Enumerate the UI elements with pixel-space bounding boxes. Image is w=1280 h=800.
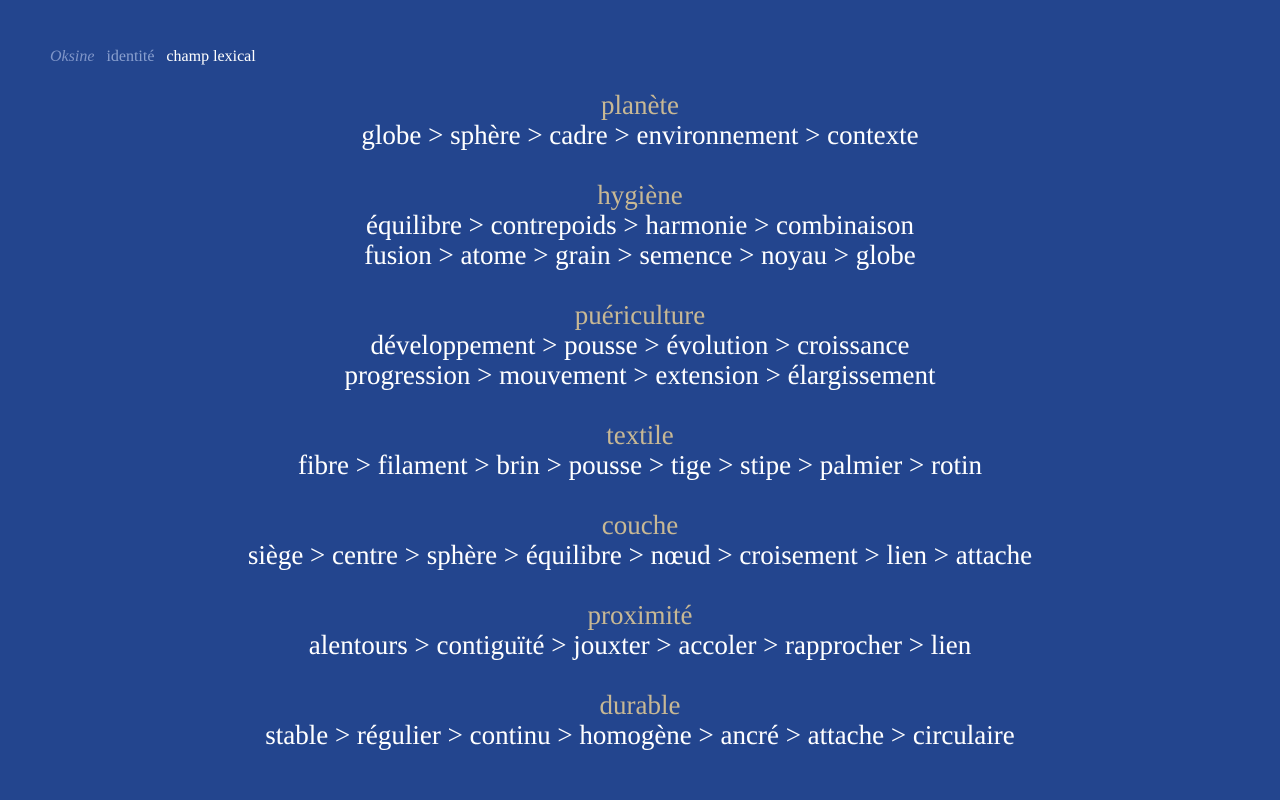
group-textile: textile fibre > filament > brin > pousse… (0, 420, 1280, 480)
breadcrumb-current: champ lexical (166, 48, 256, 65)
group-title: planète (601, 90, 679, 120)
word-chain: fusion > atome > grain > semence > noyau… (364, 240, 916, 270)
word-chain: stable > régulier > continu > homogène >… (265, 720, 1015, 750)
group-durable: durable stable > régulier > continu > ho… (0, 690, 1280, 750)
group-proximite: proximité alentours > contiguïté > jouxt… (0, 600, 1280, 660)
word-chain: globe > sphère > cadre > environnement >… (361, 120, 919, 150)
word-chain: alentours > contiguïté > jouxter > accol… (308, 630, 972, 660)
group-title: puériculture (574, 300, 706, 330)
group-title: textile (606, 420, 674, 450)
breadcrumb-brand[interactable]: Oksine (50, 48, 94, 65)
group-title: couche (601, 510, 679, 540)
word-chain: siège > centre > sphère > équilibre > nœ… (247, 540, 1033, 570)
breadcrumb: Oksine identité champ lexical (50, 47, 264, 67)
slide: Oksine identité champ lexical planète gl… (0, 0, 1280, 800)
group-planete: planète globe > sphère > cadre > environ… (0, 90, 1280, 150)
breadcrumb-section[interactable]: identité (106, 48, 154, 65)
group-title: durable (599, 690, 681, 720)
group-puericulture: puériculture développement > pousse > év… (0, 300, 1280, 390)
word-chain: équilibre > contrepoids > harmonie > com… (365, 210, 915, 240)
word-chain: fibre > filament > brin > pousse > tige … (298, 450, 982, 480)
lexical-field-list: planète globe > sphère > cadre > environ… (0, 90, 1280, 780)
group-title: proximité (587, 600, 693, 630)
group-hygiene: hygiène équilibre > contrepoids > harmon… (0, 180, 1280, 270)
group-title: hygiène (597, 180, 683, 210)
group-couche: couche siège > centre > sphère > équilib… (0, 510, 1280, 570)
word-chain: progression > mouvement > extension > él… (344, 360, 936, 390)
word-chain: développement > pousse > évolution > cro… (370, 330, 910, 360)
